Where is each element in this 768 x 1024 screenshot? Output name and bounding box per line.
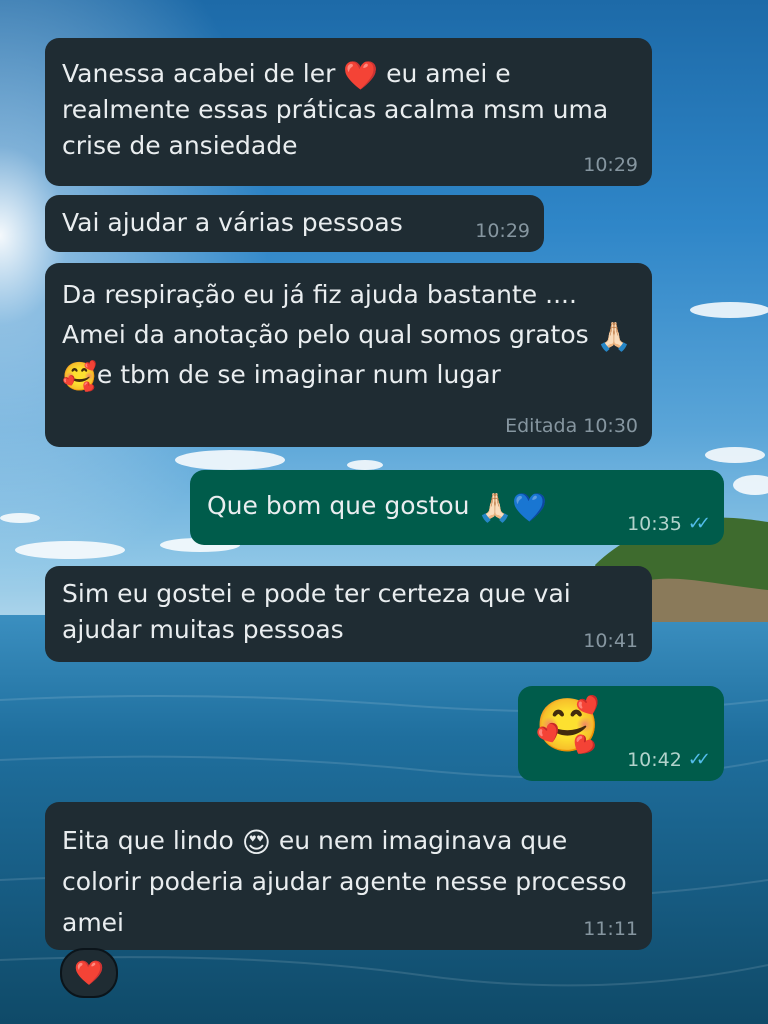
message-time: 10:29 bbox=[583, 154, 638, 176]
outgoing-message[interactable]: 🥰 10:42 ✓✓ bbox=[518, 686, 724, 781]
message-meta: 10:29 bbox=[583, 154, 638, 176]
incoming-message[interactable]: Vanessa acabei de ler ❤️ eu amei e realm… bbox=[45, 38, 652, 186]
message-reaction[interactable]: ❤️ bbox=[60, 948, 118, 998]
message-time: 10:30 bbox=[583, 415, 638, 437]
message-text: Vanessa acabei de ler ❤️ eu amei e realm… bbox=[62, 59, 609, 160]
red-heart-emoji: ❤️ bbox=[74, 959, 104, 987]
double-check-icon: ✓✓ bbox=[687, 513, 711, 534]
message-meta: 10:35 ✓✓ bbox=[627, 513, 711, 535]
incoming-message[interactable]: Sim eu gostei e pode ter certeza que vai… bbox=[45, 566, 652, 662]
red-heart-emoji: ❤️ bbox=[343, 59, 379, 92]
message-text: Sim eu gostei e pode ter certeza que vai… bbox=[62, 579, 571, 644]
incoming-message[interactable]: Da respiração eu já fiz ajuda bastante .… bbox=[45, 263, 652, 447]
message-time: 10:29 bbox=[475, 220, 530, 242]
message-meta: 11:11 bbox=[583, 918, 638, 940]
message-text: Da respiração eu já fiz ajuda bastante .… bbox=[62, 280, 632, 393]
message-meta: 10:29 bbox=[475, 220, 530, 242]
chat-thread: Vanessa acabei de ler ❤️ eu amei e realm… bbox=[0, 0, 768, 1024]
message-meta: 10:41 bbox=[583, 630, 638, 652]
message-meta: 10:42 ✓✓ bbox=[627, 749, 711, 771]
smiling-face-hearts-emoji: 🥰 bbox=[62, 360, 97, 393]
folded-hands-emoji: 🙏🏻 bbox=[596, 320, 632, 353]
incoming-message[interactable]: Eita que lindo 😍 eu nem imaginava que co… bbox=[45, 802, 652, 950]
message-time: 10:42 bbox=[627, 749, 682, 771]
double-check-icon: ✓✓ bbox=[687, 749, 711, 770]
message-time: 11:11 bbox=[583, 918, 638, 940]
outgoing-message[interactable]: Que bom que gostou 🙏🏻💙 10:35 ✓✓ bbox=[190, 470, 724, 545]
folded-hands-emoji: 🙏🏻 bbox=[477, 491, 513, 524]
heart-eyes-emoji: 😍 bbox=[241, 826, 271, 859]
message-time: 10:35 bbox=[627, 513, 682, 535]
incoming-message[interactable]: Vai ajudar a várias pessoas 10:29 bbox=[45, 195, 544, 252]
edited-label: Editada bbox=[505, 415, 578, 437]
message-time: 10:41 bbox=[583, 630, 638, 652]
smiling-face-hearts-emoji: 🥰 bbox=[535, 696, 600, 756]
message-meta: Editada 10:30 bbox=[505, 415, 638, 437]
blue-heart-emoji: 💙 bbox=[512, 491, 548, 524]
message-text: Eita que lindo 😍 eu nem imaginava que co… bbox=[62, 826, 627, 937]
message-text: Vai ajudar a várias pessoas bbox=[62, 208, 403, 237]
